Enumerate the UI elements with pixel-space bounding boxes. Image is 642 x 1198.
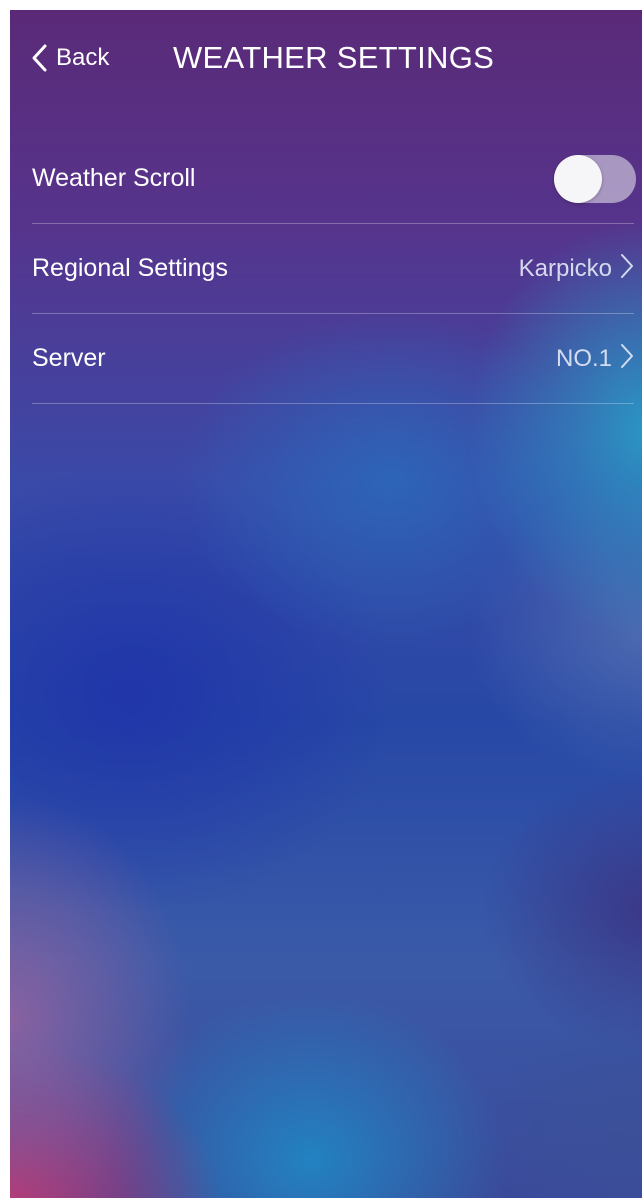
regional-settings-row[interactable]: Regional Settings Karpicko [32, 224, 634, 314]
server-value: NO.1 [555, 344, 612, 372]
settings-list: Weather Scroll Regional Settings Karpick… [32, 134, 636, 404]
server-value-group: NO.1 [556, 342, 634, 375]
regional-settings-label: Regional Settings [32, 254, 228, 282]
weather-scroll-row: Weather Scroll [32, 134, 636, 224]
weather-scroll-toggle[interactable] [554, 154, 636, 203]
regional-settings-value: Karpicko [518, 254, 612, 282]
weather-settings-screen: Back WEATHER SETTINGS Weather Scroll Reg… [10, 10, 642, 1198]
toggle-knob [554, 154, 602, 203]
regional-settings-value-group: Karpicko [519, 252, 634, 285]
chevron-right-icon [620, 252, 634, 285]
chevron-left-icon [30, 43, 48, 73]
back-button[interactable]: Back [30, 38, 109, 78]
back-label: Back [56, 44, 110, 71]
weather-scroll-label: Weather Scroll [32, 164, 196, 192]
server-row[interactable]: Server NO.1 [32, 314, 634, 404]
server-label: Server [32, 344, 106, 372]
top-bar: Back WEATHER SETTINGS [10, 10, 642, 110]
chevron-right-icon [620, 342, 634, 375]
page-title: WEATHER SETTINGS [173, 40, 495, 75]
